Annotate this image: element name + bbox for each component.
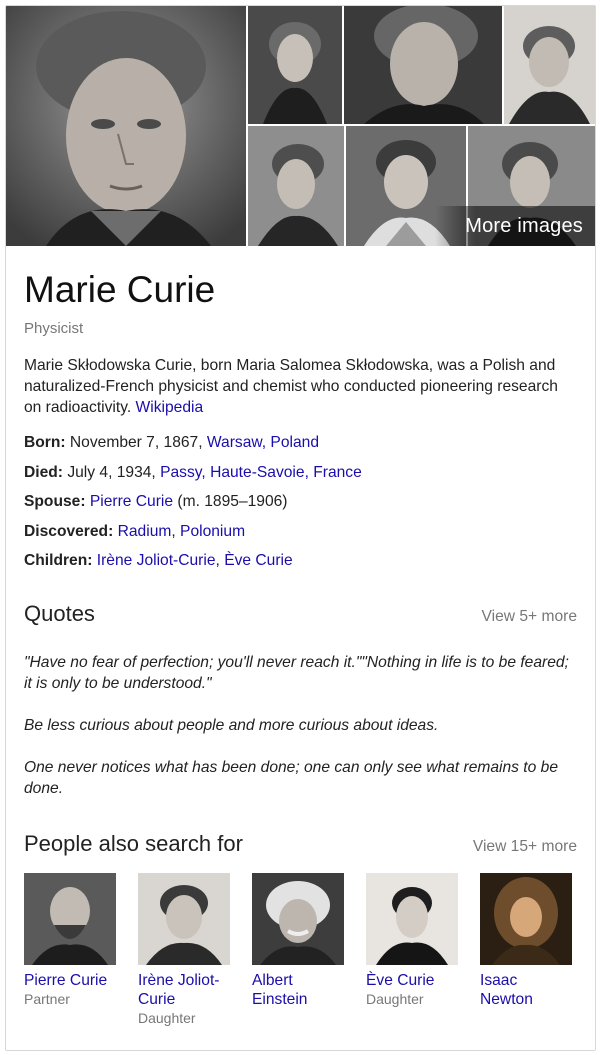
quote-item: "Have no fear of perfection; you'll neve… <box>24 654 569 692</box>
person-card-eve-curie[interactable]: Ève Curie Daughter <box>366 873 458 1028</box>
person-name[interactable]: Ève Curie <box>366 971 458 990</box>
person-photo[interactable] <box>252 873 344 965</box>
people-header: People also search for View 15+ more <box>24 831 577 857</box>
portrait-2-image[interactable] <box>248 6 342 124</box>
fact-value: (m. 1895–1906) <box>177 493 288 510</box>
panel-content: Marie Curie Physicist Marie Skłodowska C… <box>24 246 577 1028</box>
deathplace-link[interactable]: Passy, Haute-Savoie, France <box>160 464 362 481</box>
person-card-irene-joliot-curie[interactable]: Irène Joliot-Curie Daughter <box>138 873 230 1028</box>
person-name[interactable]: Albert Einstein <box>252 971 344 1009</box>
description-text: Marie Skłodowska Curie, born Maria Salom… <box>24 357 558 416</box>
more-images-button[interactable]: More images <box>435 206 595 246</box>
entity-title: Marie Curie <box>24 269 216 310</box>
quotes-header: Quotes View 5+ more <box>24 601 577 627</box>
polonium-link[interactable]: Polonium <box>180 523 245 540</box>
radium-link[interactable]: Radium <box>118 523 172 540</box>
fact-died: Died: July 4, 1934, Passy, Haute-Savoie,… <box>24 462 577 483</box>
facts-list: Born: November 7, 1867, Warsaw, Poland D… <box>24 432 577 571</box>
person-name[interactable]: Isaac Newton <box>480 971 572 1009</box>
fact-label: Children: <box>24 552 93 569</box>
wikipedia-link[interactable]: Wikipedia <box>136 399 204 416</box>
fact-value: November 7, 1867, <box>69 434 203 451</box>
portrait-5-image[interactable] <box>248 126 344 246</box>
person-name[interactable]: Pierre Curie <box>24 971 116 990</box>
child-irene-link[interactable]: Irène Joliot-Curie <box>97 552 216 569</box>
spouse-link[interactable]: Pierre Curie <box>90 493 173 510</box>
entity-description: Marie Skłodowska Curie, born Maria Salom… <box>24 355 577 418</box>
fact-separator: , <box>171 522 176 540</box>
person-card-pierre-curie[interactable]: Pierre Curie Partner <box>24 873 116 1028</box>
person-name[interactable]: Irène Joliot-Curie <box>138 971 230 1009</box>
child-eve-link[interactable]: Ève Curie <box>224 552 292 569</box>
fact-label: Died: <box>24 463 63 481</box>
fact-spouse: Spouse: Pierre Curie (m. 1895–1906) <box>24 491 577 512</box>
person-photo[interactable] <box>480 873 572 965</box>
fact-children: Children: Irène Joliot-Curie, Ève Curie <box>24 550 577 571</box>
fact-label: Born: <box>24 434 66 451</box>
fact-label: Spouse: <box>24 493 86 510</box>
person-photo[interactable] <box>366 873 458 965</box>
person-role: Partner <box>24 991 70 1007</box>
person-card-albert-einstein[interactable]: Albert Einstein <box>252 873 344 1028</box>
quotes-title: Quotes <box>24 601 95 626</box>
fact-value: July 4, 1934, <box>67 463 156 481</box>
fact-born: Born: November 7, 1867, Warsaw, Poland <box>24 432 577 453</box>
more-images-label: More images <box>465 214 583 237</box>
birthplace-link[interactable]: Warsaw, Poland <box>207 434 319 451</box>
fact-separator: , <box>215 552 220 569</box>
person-role: Daughter <box>138 1010 196 1026</box>
quote-item: Be less curious about people and more cu… <box>24 717 439 734</box>
person-photo[interactable] <box>138 873 230 965</box>
portrait-main-image[interactable] <box>6 6 246 246</box>
person-role: Daughter <box>366 991 424 1007</box>
people-title: People also search for <box>24 831 243 856</box>
person-card-isaac-newton[interactable]: Isaac Newton <box>480 873 572 1028</box>
portrait-4-image[interactable] <box>504 6 595 124</box>
people-view-more-link[interactable]: View 15+ more <box>473 838 577 856</box>
knowledge-panel: More images Marie Curie Physicist Marie … <box>5 5 596 1051</box>
entity-subtitle: Physicist <box>24 320 84 337</box>
quote-item: One never notices what has been done; on… <box>24 759 558 797</box>
people-carousel: Pierre Curie Partner Irène Joliot-Curie … <box>24 873 577 1028</box>
fact-discovered: Discovered: Radium, Polonium <box>24 521 577 542</box>
image-gallery: More images <box>6 6 595 246</box>
portrait-3-image[interactable] <box>344 6 502 124</box>
person-photo[interactable] <box>24 873 116 965</box>
quotes-view-more-link[interactable]: View 5+ more <box>482 608 578 626</box>
fact-label: Discovered: <box>24 522 114 540</box>
